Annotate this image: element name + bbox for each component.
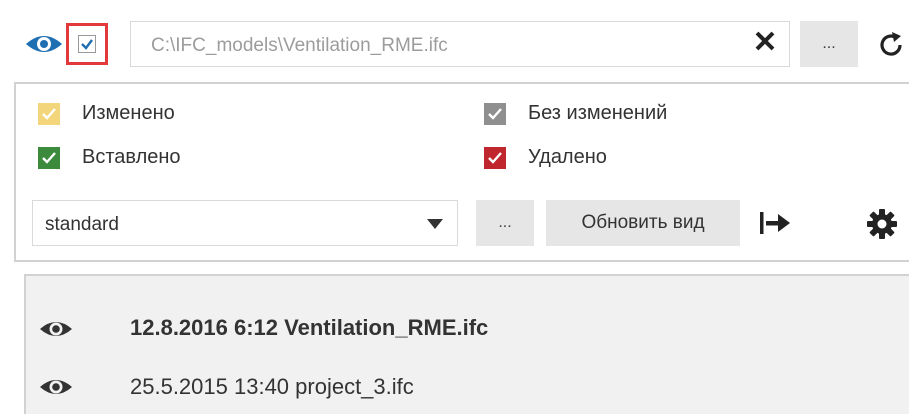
close-icon[interactable] bbox=[752, 28, 778, 54]
view-more-label: ... bbox=[498, 214, 512, 231]
checkmark-icon bbox=[42, 151, 56, 164]
file-path-text: C:\IFC_models\Ventilation_RME.ifc bbox=[151, 35, 448, 56]
export-icon[interactable] bbox=[758, 208, 792, 238]
update-view-label: Обновить вид bbox=[581, 212, 705, 233]
legend-inserted[interactable]: Вставлено bbox=[38, 146, 181, 169]
file-path-input[interactable]: C:\IFC_models\Ventilation_RME.ifc bbox=[130, 21, 790, 67]
legend-unchanged-label: Без изменений bbox=[528, 102, 668, 124]
file-list-item[interactable]: 12.8.2016 6:12 Ventilation_RME.ifc bbox=[130, 315, 488, 341]
checkmark-icon bbox=[42, 107, 56, 120]
modified-swatch bbox=[38, 102, 60, 125]
enable-comparison-checkbox[interactable] bbox=[66, 23, 108, 65]
legend-deleted-label: Удалено bbox=[528, 146, 607, 168]
update-view-button[interactable]: Обновить вид bbox=[546, 200, 740, 246]
file-list-item[interactable]: 25.5.2015 13:40 project_3.ifc bbox=[130, 374, 414, 400]
checkmark-icon bbox=[488, 151, 502, 164]
legend-modified[interactable]: Изменено bbox=[38, 102, 175, 125]
eye-icon[interactable] bbox=[24, 30, 64, 58]
view-more-button[interactable]: ... bbox=[476, 200, 534, 246]
unchanged-swatch bbox=[484, 102, 506, 125]
inserted-swatch bbox=[38, 146, 60, 169]
checkmark-icon bbox=[488, 107, 502, 120]
legend-unchanged[interactable]: Без изменений bbox=[484, 102, 667, 125]
browse-button[interactable]: ... bbox=[800, 21, 858, 67]
eye-icon[interactable] bbox=[38, 374, 74, 400]
checkmark-icon bbox=[81, 39, 93, 50]
deleted-swatch bbox=[484, 146, 506, 169]
checkbox-box bbox=[78, 35, 96, 53]
eye-icon[interactable] bbox=[38, 316, 74, 342]
legend-deleted[interactable]: Удалено bbox=[484, 146, 607, 169]
gear-icon[interactable] bbox=[866, 208, 898, 240]
legend-inserted-label: Вставлено bbox=[82, 146, 181, 168]
view-select[interactable]: standard bbox=[32, 200, 458, 246]
refresh-icon[interactable] bbox=[876, 30, 906, 60]
legend-modified-label: Изменено bbox=[82, 102, 175, 124]
browse-button-label: ... bbox=[822, 35, 836, 52]
chevron-down-icon bbox=[427, 219, 443, 229]
view-select-value: standard bbox=[45, 214, 119, 235]
